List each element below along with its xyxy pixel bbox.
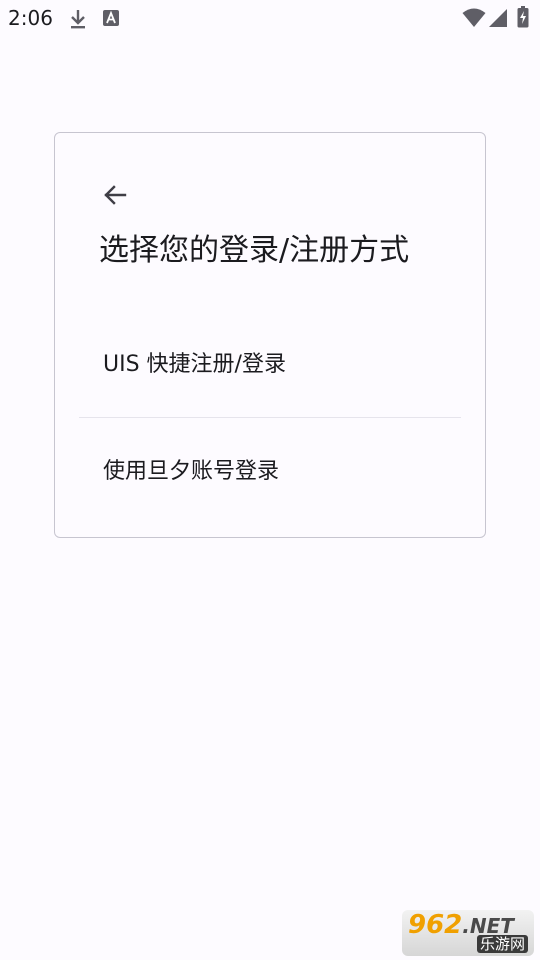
uis-quick-register-login-option[interactable]: UIS 快捷注册/登录 bbox=[79, 313, 461, 417]
page-title: 选择您的登录/注册方式 bbox=[99, 233, 410, 268]
login-method-card: 选择您的登录/注册方式 UIS 快捷注册/登录 使用旦夕账号登录 bbox=[54, 132, 486, 538]
wifi-icon bbox=[462, 8, 486, 27]
option-label: 使用旦夕账号登录 bbox=[103, 459, 280, 484]
watermark-site-name: 乐游网 bbox=[476, 935, 528, 953]
battery-charging-icon bbox=[517, 6, 529, 28]
status-bar: 2:06 bbox=[0, 0, 540, 36]
danxi-account-login-option[interactable]: 使用旦夕账号登录 bbox=[79, 420, 461, 524]
divider bbox=[79, 417, 461, 418]
status-time: 2:06 bbox=[8, 6, 53, 30]
option-label: UIS 快捷注册/登录 bbox=[103, 352, 286, 377]
signal-icon bbox=[489, 9, 507, 27]
watermark-logo: 962.NET 乐游网 bbox=[402, 910, 534, 956]
text-a-icon bbox=[103, 10, 119, 26]
arrow-back-icon[interactable] bbox=[99, 179, 131, 211]
download-icon bbox=[71, 10, 85, 29]
